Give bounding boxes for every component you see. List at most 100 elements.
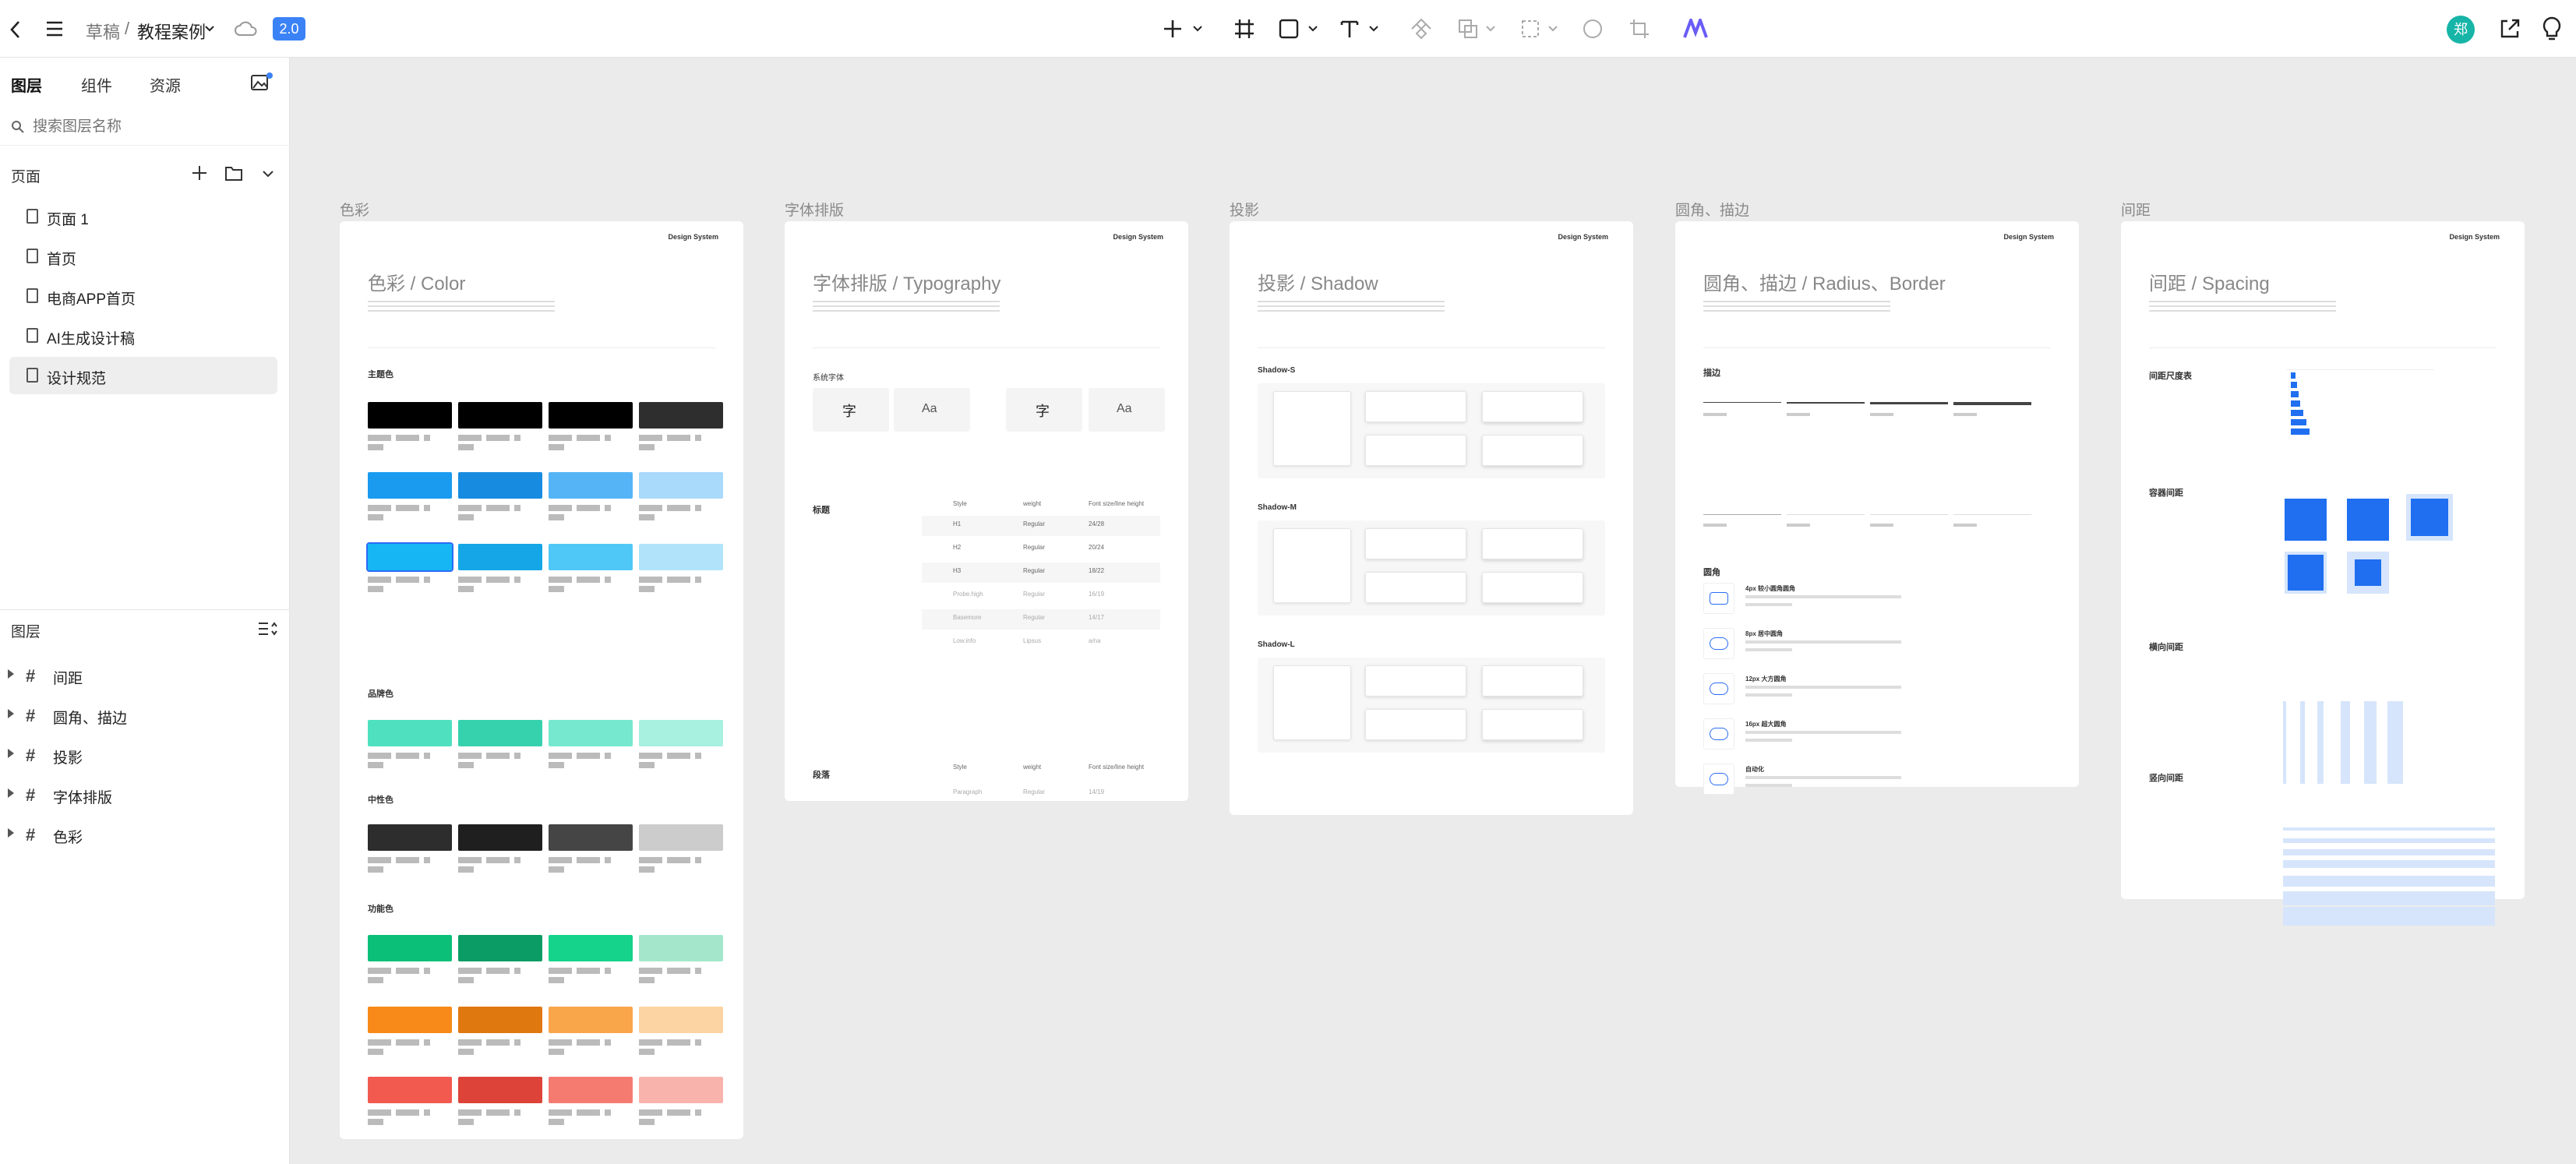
page-item[interactable]: AI生成设计稿 — [9, 317, 277, 354]
stroke-caption — [1870, 524, 1893, 527]
image-settings-icon[interactable] — [249, 72, 273, 93]
add-page-icon[interactable] — [190, 164, 209, 182]
frame-color[interactable]: Design System 色彩 / Color 主题色 品牌色 中性色 功能色 — [340, 221, 743, 1139]
section-title: 竖向间距 — [2149, 774, 2183, 783]
frame-spacing[interactable]: Design System 间距 / Spacing 间距尺度表 容器间距 横向… — [2121, 221, 2525, 926]
expand-arrow-icon[interactable] — [8, 788, 14, 798]
swatch-caption — [549, 1119, 564, 1125]
swatch-caption — [639, 435, 701, 441]
table-cell: 18/22 — [1089, 567, 1105, 574]
lightbulb-icon[interactable] — [2540, 16, 2564, 42]
search-input[interactable] — [33, 114, 266, 140]
avatar[interactable]: 郑 — [2447, 16, 2475, 44]
add-icon[interactable] — [1161, 17, 1184, 41]
stroke-caption — [1787, 413, 1810, 416]
color-swatch — [549, 472, 633, 499]
swatch-caption — [458, 435, 520, 441]
frame-brand: Design System — [1558, 233, 1608, 241]
color-swatch — [458, 720, 542, 746]
chevron-down-icon[interactable] — [1307, 25, 1318, 33]
back-icon[interactable] — [8, 19, 23, 41]
rectangle-icon[interactable] — [1278, 18, 1300, 40]
text-tool-icon[interactable] — [1339, 18, 1360, 40]
panel-divider[interactable] — [0, 609, 290, 610]
expand-arrow-icon[interactable] — [8, 828, 14, 838]
frame-label[interactable]: 间距 — [2121, 199, 2151, 220]
stroke-caption — [1953, 413, 1977, 416]
mask-icon[interactable] — [1519, 18, 1541, 40]
frame-brand: Design System — [668, 233, 718, 241]
left-panel: 图层 组件 资源 页面 页面 1 首页 电商APP首页 AI生成设计稿 设计规范… — [0, 58, 290, 1164]
color-swatch — [549, 824, 633, 851]
radius-shape — [1710, 592, 1728, 605]
chevron-down-icon[interactable] — [1547, 25, 1558, 33]
frame-description — [2149, 301, 2336, 315]
page-item[interactable]: 电商APP首页 — [9, 277, 277, 315]
frame-label[interactable]: 字体排版 — [785, 199, 844, 220]
glyph-card: Aa — [1089, 388, 1165, 432]
expand-arrow-icon[interactable] — [8, 709, 14, 718]
shadow-card — [1365, 665, 1466, 697]
layer-item[interactable]: # 间距 — [0, 656, 290, 693]
frame-shadow[interactable]: Design System 投影 / Shadow Shadow-S Shadow… — [1230, 221, 1633, 815]
swatch-caption — [549, 977, 564, 983]
expand-arrow-icon[interactable] — [8, 749, 14, 758]
frame-icon[interactable] — [1233, 17, 1256, 41]
page-item[interactable]: 首页 — [9, 238, 277, 275]
layer-item[interactable]: # 投影 — [0, 735, 290, 773]
page-icon — [26, 288, 38, 303]
layer-item[interactable]: # 字体排版 — [0, 775, 290, 813]
page-item[interactable]: 页面 1 — [9, 198, 277, 235]
heading-label: 标题 — [813, 506, 830, 515]
frame-title: 色彩 / Color — [368, 273, 466, 295]
layer-item[interactable]: # 色彩 — [0, 815, 290, 852]
swatch-caption — [368, 977, 383, 983]
swatch-caption — [639, 444, 655, 450]
expand-arrow-icon[interactable] — [8, 669, 14, 679]
crop-icon[interactable] — [1629, 18, 1650, 40]
folder-icon[interactable] — [224, 164, 243, 182]
chevron-down-icon[interactable] — [262, 170, 274, 178]
swatch-caption — [368, 762, 383, 768]
page-item-selected[interactable]: 设计规范 — [9, 357, 277, 394]
frame-typography[interactable]: Design System 字体排版 / Typography 系统字体 字 A… — [785, 221, 1188, 801]
menu-icon[interactable] — [45, 20, 64, 37]
chevron-down-icon[interactable] — [204, 25, 215, 33]
chevron-down-icon[interactable] — [1192, 25, 1203, 33]
design-canvas[interactable]: 色彩 Design System 色彩 / Color 主题色 品牌色 中性色 … — [291, 58, 2576, 1164]
tab-components[interactable]: 组件 — [81, 73, 112, 96]
component-icon[interactable] — [1410, 18, 1432, 40]
tab-assets[interactable]: 资源 — [150, 73, 181, 96]
breadcrumb-root[interactable]: 草稿 — [86, 19, 120, 44]
boolean-icon[interactable] — [1457, 18, 1479, 40]
frame-radius[interactable]: Design System 圆角、描边 / Radius、Border 描边 圆… — [1675, 221, 2079, 795]
swatch-caption — [368, 444, 383, 450]
layer-sort-icon[interactable] — [257, 620, 277, 637]
color-swatch — [368, 824, 452, 851]
color-swatch — [549, 935, 633, 961]
tab-layers[interactable]: 图层 — [11, 73, 42, 96]
swatch-caption — [549, 586, 564, 592]
breadcrumb-file[interactable]: 教程案例 — [137, 19, 206, 44]
frame-label[interactable]: 圆角、描边 — [1675, 199, 1749, 220]
section-title: 系统字体 — [813, 374, 844, 383]
table-cell: 24/28 — [1089, 520, 1105, 527]
section-title: 容器间距 — [2149, 489, 2183, 498]
spacing-bar — [2291, 391, 2299, 397]
divider — [2149, 347, 2497, 348]
frame-label[interactable]: 投影 — [1230, 199, 1259, 220]
share-icon[interactable] — [2498, 17, 2521, 41]
shadow-card — [1482, 528, 1583, 559]
color-swatch — [458, 1007, 542, 1033]
vertical-gap — [2283, 907, 2495, 926]
chevron-down-icon[interactable] — [1368, 25, 1379, 33]
page-label: AI生成设计稿 — [47, 331, 135, 347]
table-header: Font size/line height — [1089, 764, 1145, 771]
layer-item[interactable]: # 圆角、描边 — [0, 696, 290, 733]
ai-logo-icon[interactable] — [1683, 19, 1708, 39]
frame-label[interactable]: 色彩 — [340, 199, 369, 220]
color-swatch — [366, 542, 453, 572]
circle-icon[interactable] — [1582, 18, 1604, 40]
layer-label: 间距 — [53, 671, 83, 687]
chevron-down-icon[interactable] — [1485, 25, 1496, 33]
